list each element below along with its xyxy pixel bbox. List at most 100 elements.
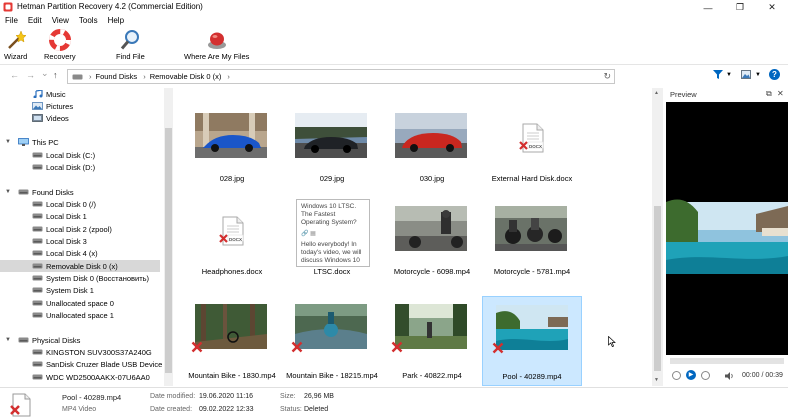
playback-time: 00:00 / 00:39 — [742, 372, 783, 379]
file-item[interactable]: Mountain Bike - 18215.mp4 — [282, 296, 382, 386]
tree-item-music[interactable]: Music — [0, 88, 160, 100]
find-file-button[interactable]: Find File — [116, 29, 145, 63]
menu-help[interactable]: Help — [103, 15, 129, 27]
tree-item-local-disk-3[interactable]: Local Disk 3 — [0, 235, 160, 247]
tree-item-label: WDC WD2500AAKX-07U6AA0 — [46, 372, 150, 382]
tree-item-local-disk-1[interactable]: Local Disk 1 — [0, 210, 160, 222]
back-button[interactable]: ← — [10, 70, 19, 80]
menu-view[interactable]: View — [47, 15, 74, 27]
tree-item-local-disk-c[interactable]: Local Disk (C:) — [0, 149, 160, 161]
tree-item-local-disk-2-zpool[interactable]: Local Disk 2 (zpool) — [0, 223, 160, 235]
recovery-button[interactable]: Recovery — [44, 29, 76, 63]
tree-item-removable-disk-0-x[interactable]: Removable Disk 0 (x) — [0, 260, 160, 272]
view-mode-dropdown-icon[interactable]: ▼ — [755, 72, 761, 78]
undock-icon[interactable]: ⧉ — [766, 89, 772, 99]
drive-icon — [18, 189, 29, 195]
tree-item-physical-disks[interactable]: ▼ Physical Disks — [0, 334, 160, 346]
tree-scrollbar-thumb[interactable] — [165, 128, 172, 373]
expand-toggle-icon[interactable]: ▼ — [5, 189, 11, 195]
mouse-cursor-icon — [608, 336, 616, 347]
filter-icon[interactable] — [713, 70, 723, 79]
tree-item-videos[interactable]: Videos — [0, 112, 160, 124]
menu-file[interactable]: File — [0, 15, 23, 27]
address-path[interactable]: › Found Disks › Removable Disk 0 (x) › ↻ — [67, 69, 615, 84]
toolbar: Wizard Recovery Find File Where Are My F… — [0, 27, 788, 65]
magnifier-icon — [121, 30, 140, 50]
video-file-icon — [10, 393, 31, 417]
tree-item-label: Unallocated space 1 — [46, 310, 114, 320]
drive-icon — [32, 312, 43, 318]
close-preview-icon[interactable]: ✕ — [777, 89, 784, 98]
preview-video[interactable] — [666, 102, 788, 355]
scroll-down-arrow[interactable]: ▼ — [654, 377, 659, 383]
stop-button[interactable] — [672, 371, 681, 380]
tree-item-wdc-wd2500aakx-07u6aa0[interactable]: WDC WD2500AAKX-07U6AA0 — [0, 371, 160, 383]
file-item[interactable]: Motorcycle - 5781.mp4 — [482, 198, 582, 288]
wizard-button[interactable]: Wizard — [4, 29, 27, 63]
tree-item-label: This PC — [32, 137, 59, 147]
date-modified-value: 19.06.2020 11:16 — [199, 393, 253, 400]
up-button[interactable]: ↑ — [53, 70, 58, 80]
play-button[interactable]: ▶ — [686, 370, 696, 380]
file-item[interactable]: Park - 40822.mp4 — [382, 296, 482, 386]
breadcrumb-removable-disk[interactable]: Removable Disk 0 (x) — [150, 72, 222, 81]
expand-toggle-icon[interactable]: ▼ — [5, 139, 11, 145]
grid-scrollbar[interactable]: ▲ ▼ — [652, 88, 663, 386]
breadcrumb-found-disks[interactable]: Found Disks — [96, 72, 138, 81]
tree-item-found-disks[interactable]: ▼ Found Disks — [0, 186, 160, 198]
seek-bar[interactable] — [670, 358, 784, 364]
music-icon — [33, 90, 43, 98]
grid-scrollbar-thumb[interactable] — [654, 206, 661, 371]
volume-icon[interactable] — [725, 372, 734, 380]
forward-button[interactable]: → — [26, 70, 35, 80]
tree-item-local-disk-0[interactable]: Local Disk 0 (/) — [0, 198, 160, 210]
tree-item-unallocated-space-0[interactable]: Unallocated space 0 — [0, 297, 160, 309]
tree-item-local-disk-d[interactable]: Local Disk (D:) — [0, 161, 160, 173]
size-value: 26,96 MB — [304, 393, 334, 400]
preview-title: Preview — [670, 90, 697, 99]
file-item[interactable]: Motorcycle - 6098.mp4 — [382, 198, 482, 288]
date-modified-label: Date modified: — [150, 393, 196, 400]
file-item[interactable]: 029.jpg — [282, 105, 382, 195]
close-button[interactable]: ✕ — [756, 0, 788, 15]
file-item[interactable]: DOCX External Hard Disk.docx — [482, 105, 582, 195]
tree-item-system-disk-0[interactable]: System Disk 0 (Восстановить) — [0, 272, 160, 284]
file-item[interactable]: Pool - 40289.mp4 — [482, 296, 582, 386]
minimize-button[interactable]: — — [692, 0, 724, 15]
folder-tree: Music Pictures Videos ▼ This PC Local Disk (C… — [0, 88, 164, 386]
breadcrumb-separator: › — [89, 72, 92, 81]
tree-item-label: Local Disk (C:) — [46, 150, 96, 160]
file-item[interactable]: 028.jpg — [182, 105, 282, 195]
refresh-button[interactable]: ↻ — [603, 71, 611, 82]
status-bar: Pool - 40289.mp4 MP4 Video Date modified… — [0, 387, 788, 418]
file-item[interactable]: 030.jpg — [382, 105, 482, 195]
tree-item-label: Local Disk 3 — [46, 236, 87, 246]
drive-icon — [32, 263, 43, 269]
file-name: External Hard Disk.docx — [491, 174, 573, 183]
file-item[interactable]: Mountain Bike - 1830.mp4 — [182, 296, 282, 386]
help-button[interactable]: ? — [769, 69, 780, 80]
menu-tools[interactable]: Tools — [74, 15, 103, 27]
thumbnail-image — [295, 113, 367, 158]
document-preview-tooltip: Windows 10 LTSC. The Fastest Operating S… — [296, 199, 370, 267]
filter-dropdown-icon[interactable]: ▼ — [726, 72, 732, 78]
tree-scrollbar[interactable] — [164, 88, 173, 386]
tree-item-pictures[interactable]: Pictures — [0, 100, 160, 112]
tree-item-sandisk-cruzer-blade-usb-device[interactable]: SanDisk Cruzer Blade USB Device — [0, 358, 162, 370]
maximize-button[interactable]: ❐ — [724, 0, 756, 15]
where-are-my-files-button[interactable]: Where Are My Files — [184, 29, 249, 63]
scroll-up-arrow[interactable]: ▲ — [654, 90, 659, 96]
history-dropdown[interactable]: ⌄ — [41, 68, 49, 79]
tree-item-this-pc[interactable]: ▼ This PC — [0, 136, 160, 148]
next-button[interactable] — [701, 371, 710, 380]
expand-toggle-icon[interactable]: ▼ — [5, 337, 11, 343]
tree-item-unallocated-space-1[interactable]: Unallocated space 1 — [0, 309, 160, 321]
tree-item-label: Local Disk 1 — [46, 211, 87, 221]
tree-item-kingston-suv300s37a240g[interactable]: KINGSTON SUV300S37A240G — [0, 346, 160, 358]
tree-item-system-disk-1[interactable]: System Disk 1 — [0, 284, 160, 296]
thumbnail-image — [295, 304, 367, 349]
view-mode-icon[interactable] — [741, 70, 751, 79]
tree-item-local-disk-4-x[interactable]: Local Disk 4 (x) — [0, 247, 160, 259]
menu-edit[interactable]: Edit — [23, 15, 47, 27]
file-item[interactable]: DOCX Headphones.docx — [182, 198, 282, 288]
